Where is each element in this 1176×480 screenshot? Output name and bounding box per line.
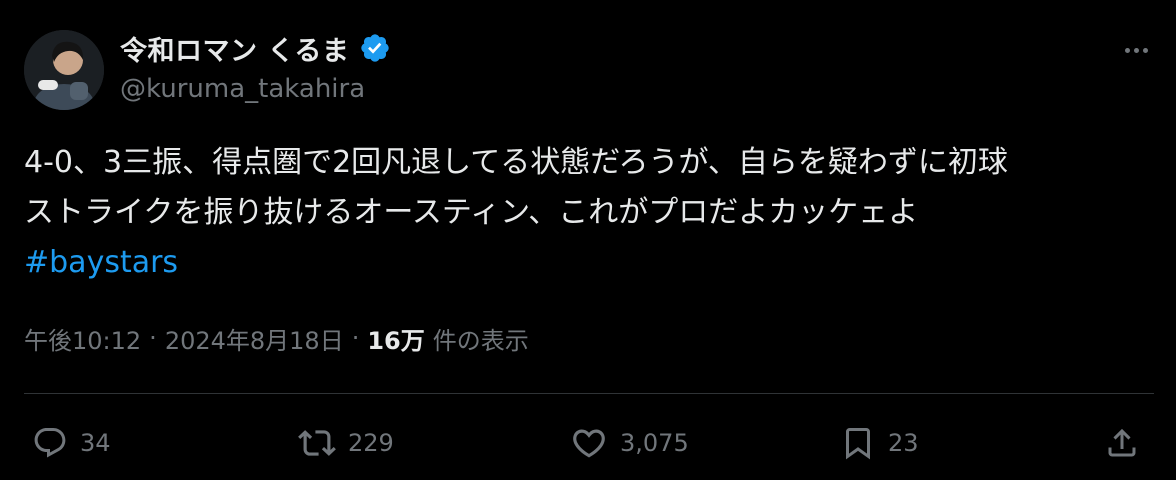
tweet-text-line-2: ストライクを振り抜けるオースティン、これがプロだよカッケェよ bbox=[24, 195, 919, 230]
like-count: 3,075 bbox=[620, 429, 689, 457]
verified-badge-icon bbox=[359, 32, 391, 64]
tweet-time[interactable]: 午後10:12 bbox=[24, 321, 141, 356]
more-dot bbox=[1133, 47, 1139, 53]
share-button[interactable] bbox=[1104, 418, 1140, 468]
tweet-text: 4-0、3三振、得点圏で2回凡退してる状態だろうが、自らを疑わずに初球 ストライ… bbox=[24, 138, 1154, 288]
views-count[interactable]: 16万 bbox=[367, 321, 424, 356]
repost-icon bbox=[298, 430, 336, 456]
reply-icon bbox=[34, 428, 66, 458]
heart-icon bbox=[573, 429, 605, 458]
more-dot bbox=[1142, 47, 1148, 53]
avatar[interactable] bbox=[24, 30, 104, 110]
meta-separator: · bbox=[149, 324, 157, 352]
hashtag-link[interactable]: #baystars bbox=[24, 238, 1154, 288]
more-horizontal-icon[interactable] bbox=[1118, 36, 1154, 64]
reply-button[interactable]: 34 bbox=[32, 418, 111, 468]
like-button[interactable]: 3,075 bbox=[570, 418, 689, 468]
bookmark-count: 23 bbox=[888, 429, 919, 457]
repost-count: 229 bbox=[348, 429, 394, 457]
views-label[interactable]: 件の表示 bbox=[433, 321, 529, 356]
author-handle[interactable]: @kuruma_takahira bbox=[120, 74, 365, 104]
action-bar: 34 229 3,075 23 bbox=[0, 418, 1176, 468]
avatar-photo bbox=[24, 30, 104, 110]
divider bbox=[24, 393, 1154, 394]
tweet-text-line-1: 4-0、3三振、得点圏で2回凡退してる状態だろうが、自らを疑わずに初球 bbox=[24, 145, 1008, 180]
more-dot bbox=[1124, 47, 1130, 53]
author-display-name[interactable]: 令和ロマン くるま bbox=[120, 29, 349, 68]
tweet-meta: 午後10:12 · 2024年8月18日 · 16万 件の表示 bbox=[24, 318, 529, 358]
author-name-row: 令和ロマン くるま bbox=[120, 28, 391, 68]
meta-separator: · bbox=[351, 324, 360, 352]
bookmark-button[interactable]: 23 bbox=[840, 418, 919, 468]
tweet-detail: 令和ロマン くるま @kuruma_takahira 4-0、3三振、得点圏で2… bbox=[0, 0, 1176, 480]
repost-button[interactable]: 229 bbox=[298, 418, 394, 468]
share-icon bbox=[1108, 428, 1136, 457]
tweet-date[interactable]: 2024年8月18日 bbox=[165, 321, 344, 356]
bookmark-icon bbox=[846, 428, 870, 460]
reply-count: 34 bbox=[80, 429, 111, 457]
